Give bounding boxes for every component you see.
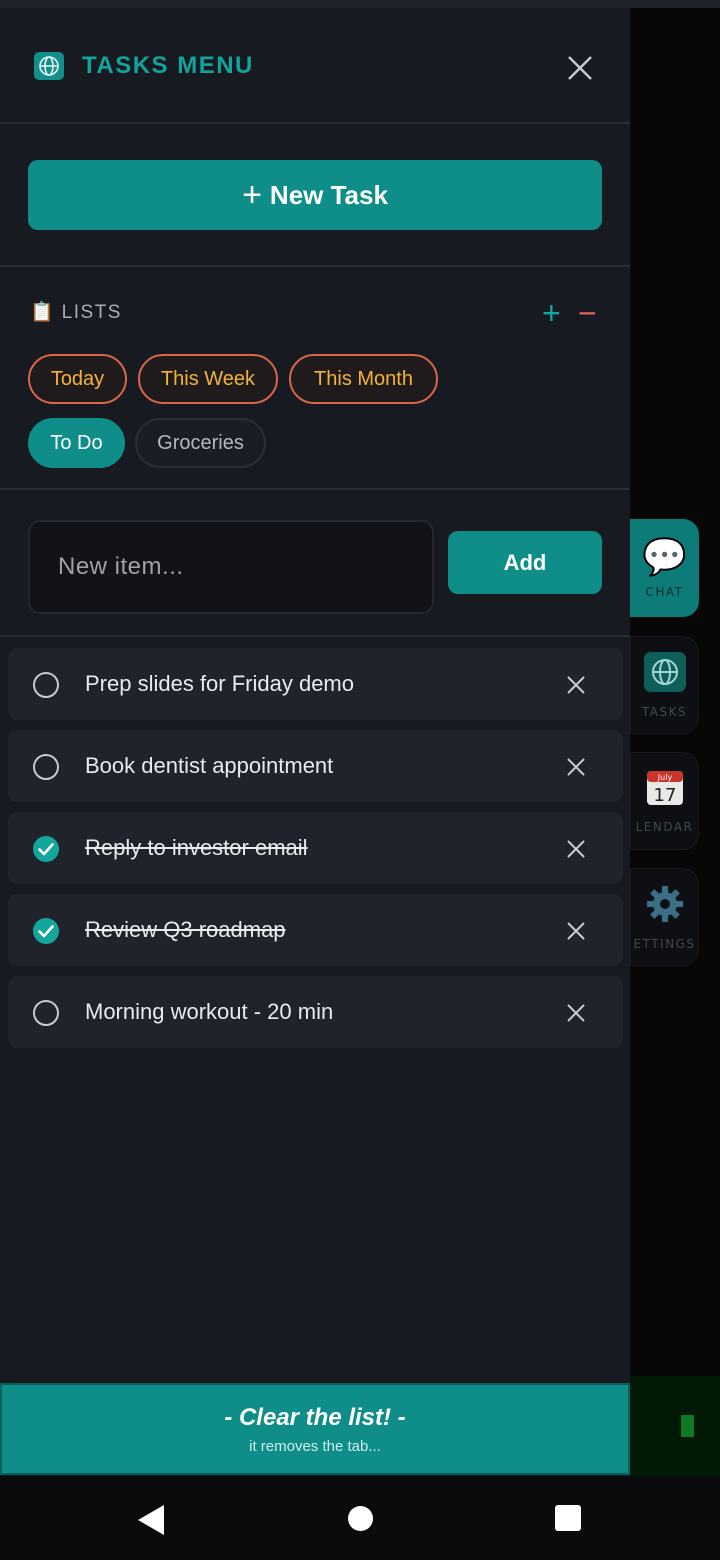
plus-icon: + [242, 176, 262, 214]
system-nav-bar [0, 1476, 720, 1560]
delete-icon[interactable] [565, 1002, 587, 1024]
add-item-button[interactable]: Add [448, 531, 602, 594]
rail-calendar-label: LENDAR [635, 819, 694, 834]
close-icon[interactable] [562, 50, 598, 86]
delete-icon[interactable] [565, 674, 587, 696]
remove-list-button[interactable]: − [578, 295, 597, 331]
rail-calendar-button[interactable]: July 17 LENDAR [630, 752, 699, 850]
clear-list-button[interactable]: - Clear the list! - it removes the tab..… [0, 1383, 630, 1475]
rail-chat-label: CHAT [645, 585, 684, 599]
new-task-label: New Task [269, 179, 388, 210]
speech-bubble-icon: 💬 [642, 536, 687, 577]
task-text: Review Q3 roadmap [85, 917, 286, 942]
calendar-day: 17 [653, 785, 676, 806]
checked-circle-icon[interactable] [32, 917, 60, 945]
status-bar [0, 0, 720, 8]
checked-circle-icon[interactable] [32, 835, 60, 863]
rail-tasks-label: TASKS [641, 704, 688, 719]
clear-list-title: - Clear the list! - [224, 1403, 406, 1431]
globe-icon [643, 651, 686, 697]
status-indicator [681, 1415, 694, 1437]
task-item[interactable]: Prep slides for Friday demo [8, 648, 623, 720]
unchecked-circle-icon[interactable] [32, 753, 60, 781]
gear-icon [645, 884, 685, 929]
clear-list-subtitle: it removes the tab... [249, 1437, 381, 1455]
list-chip-today[interactable]: Today [28, 354, 127, 404]
clipboard-icon: 📋 [30, 302, 54, 323]
task-text: Morning workout - 20 min [85, 999, 334, 1024]
drawer-header: TASKS MENU [0, 8, 630, 124]
new-item-input[interactable] [28, 520, 434, 614]
list-chip-groceries[interactable]: Groceries [135, 418, 266, 468]
list-chip-this-month[interactable]: This Month [289, 354, 438, 404]
rail-tasks-button[interactable]: TASKS [630, 636, 699, 734]
task-text: Reply to investor email [85, 835, 308, 860]
new-task-button[interactable]: + New Task [28, 160, 602, 230]
lists-label: LISTS [61, 302, 122, 323]
task-item[interactable]: Reply to investor email [8, 812, 623, 884]
tasks-drawer: TASKS MENU + New Task 📋 LISTS + − Today … [0, 8, 630, 1476]
background-footer [630, 1376, 720, 1476]
back-triangle-icon[interactable] [138, 1505, 164, 1540]
globe-icon [34, 52, 64, 80]
task-text: Prep slides for Friday demo [85, 671, 354, 696]
divider [0, 265, 630, 267]
rail-settings-label: ETTINGS [633, 936, 696, 951]
task-text: Book dentist appointment [85, 753, 334, 778]
rail-chat-button[interactable]: 💬 CHAT [630, 519, 699, 617]
background-app: 💬 CHAT TASKS July 17 LENDAR ETTINGS [630, 8, 720, 1476]
drawer-title: TASKS MENU [82, 52, 254, 79]
task-item[interactable]: Morning workout - 20 min [8, 976, 623, 1048]
unchecked-circle-icon[interactable] [32, 999, 60, 1027]
recent-square-icon[interactable] [555, 1505, 581, 1531]
calendar-icon: July 17 [645, 769, 685, 812]
divider [0, 635, 630, 637]
delete-icon[interactable] [565, 920, 587, 942]
divider [0, 488, 630, 490]
list-chip-to-do[interactable]: To Do [28, 418, 125, 468]
lists-header: 📋 LISTS [30, 302, 122, 324]
task-item[interactable]: Book dentist appointment [8, 730, 623, 802]
home-circle-icon[interactable] [348, 1506, 373, 1531]
list-chip-this-week[interactable]: This Week [138, 354, 278, 404]
task-item[interactable]: Review Q3 roadmap [8, 894, 623, 966]
rail-settings-button[interactable]: ETTINGS [630, 868, 699, 966]
delete-icon[interactable] [565, 838, 587, 860]
add-list-button[interactable]: + [542, 295, 561, 331]
unchecked-circle-icon[interactable] [32, 671, 60, 699]
calendar-month: July [656, 773, 672, 782]
delete-icon[interactable] [565, 756, 587, 778]
